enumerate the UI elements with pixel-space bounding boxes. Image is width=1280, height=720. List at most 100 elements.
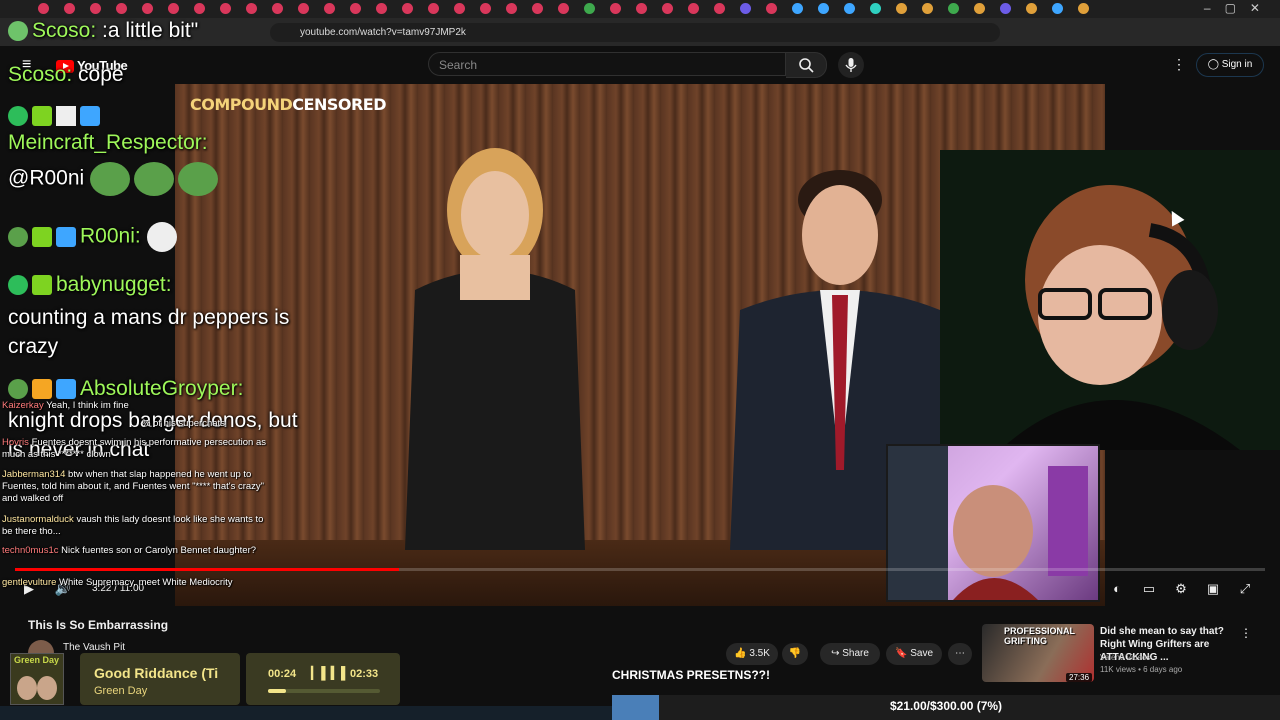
chat-overlay-line: Meincraft_Respector: xyxy=(8,130,208,156)
bookmark-icon: 🔖 xyxy=(894,648,911,659)
chat-overlay-line: Scoso: :a little bit" xyxy=(8,18,198,44)
browser-tab-favicon[interactable] xyxy=(896,3,907,14)
more-options-icon[interactable]: ⋮ xyxy=(1172,56,1186,73)
browser-tab-favicon[interactable] xyxy=(610,3,621,14)
recommended-video-meta: 11K views • 6 days ago xyxy=(1100,665,1183,674)
browser-tab-favicon[interactable] xyxy=(792,3,803,14)
sign-in-label: Sign in xyxy=(1221,59,1253,70)
browser-tab-favicon[interactable] xyxy=(584,3,595,14)
save-button[interactable]: 🔖 Save xyxy=(886,643,942,665)
browser-tab-favicon[interactable] xyxy=(1078,3,1089,14)
browser-tab-favicon[interactable] xyxy=(714,3,725,14)
autoplay-toggle-icon[interactable]: ◐ xyxy=(1108,580,1126,598)
browser-tab-favicon[interactable] xyxy=(116,3,127,14)
browser-tab-favicon[interactable] xyxy=(298,3,309,14)
browser-tab-favicon[interactable] xyxy=(844,3,855,14)
browser-tab-favicon[interactable] xyxy=(532,3,543,14)
browser-tab-favicon[interactable] xyxy=(1052,3,1063,14)
browser-tab-favicon[interactable] xyxy=(1000,3,1011,14)
album-art-text: Green Day xyxy=(14,655,60,665)
more-actions-button[interactable]: ⋯ xyxy=(948,643,972,665)
sword-badge-icon xyxy=(56,379,76,400)
browser-tab-favicon[interactable] xyxy=(454,3,465,14)
thumbnail-text: PROFESSIONAL GRIFTING xyxy=(1004,626,1075,646)
browser-tab-favicon[interactable] xyxy=(688,3,699,14)
fullscreen-icon[interactable]: ⤢ xyxy=(1236,580,1254,598)
streamer-webcam xyxy=(940,150,1280,450)
microphone-icon xyxy=(845,58,857,72)
dislike-button[interactable]: 👎 xyxy=(782,643,808,665)
browser-tab-favicon[interactable] xyxy=(740,3,751,14)
bottom-overlay-strip xyxy=(0,706,612,720)
sword-badge-icon xyxy=(80,106,100,127)
browser-tab-favicon[interactable] xyxy=(506,3,517,14)
browser-tab-favicon[interactable] xyxy=(948,3,959,14)
browser-tab-favicon[interactable] xyxy=(64,3,75,14)
browser-tab-favicon[interactable] xyxy=(974,3,985,14)
like-count: 3.5K xyxy=(749,648,770,659)
thumbs-up-icon: 👍 xyxy=(734,648,750,659)
search-input[interactable]: Search xyxy=(428,52,786,76)
browser-tab-favicon[interactable] xyxy=(662,3,673,14)
settings-gear-icon[interactable]: ⚙ xyxy=(1172,580,1190,598)
browser-tab-favicon[interactable] xyxy=(142,3,153,14)
yt-chat-line: Kaizerkay Yeah, I think im fine xyxy=(2,400,272,412)
like-button[interactable]: 👍 3.5K xyxy=(726,643,778,665)
search-button[interactable] xyxy=(786,52,827,78)
donation-goal-text: $21.00/$300.00 (7%) xyxy=(889,699,1003,713)
song-progress-fill xyxy=(268,689,286,693)
save-label: Save xyxy=(910,648,934,659)
yt-chat-line: % of his superchats xyxy=(2,418,272,430)
pepe-emote-icon xyxy=(178,162,219,196)
browser-tab-favicon[interactable] xyxy=(558,3,569,14)
browser-tab-favicon[interactable] xyxy=(402,3,413,14)
yt-chat-message: White Supremacy, meet White Mediocrity xyxy=(59,577,233,588)
chat-message: :a little bit" xyxy=(102,19,199,42)
yt-chat-username: Kaizerkay xyxy=(2,400,44,411)
channel-name[interactable]: The Vaush Pit xyxy=(63,642,125,653)
yt-chat-message: Nick fuentes son or Carolyn Bennet daugh… xyxy=(61,545,257,556)
browser-tab-favicon[interactable] xyxy=(350,3,361,14)
video-figure-woman xyxy=(405,148,585,550)
browser-tab-favicon[interactable] xyxy=(324,3,335,14)
window-controls[interactable]: –▢✕ xyxy=(1204,1,1274,15)
yt-chat-message: Yeah, I think im fine xyxy=(46,400,129,411)
chat-badges-row xyxy=(8,103,104,129)
video-brand-watermark: COMPOUNDCENSORED xyxy=(190,95,386,114)
browser-tab-favicon[interactable] xyxy=(272,3,283,14)
browser-tab-favicon[interactable] xyxy=(168,3,179,14)
browser-tab-favicon[interactable] xyxy=(922,3,933,14)
browser-tab-favicon[interactable] xyxy=(636,3,647,14)
yt-chat-line: techn0mus1c Nick fuentes son or Carolyn … xyxy=(2,545,272,557)
browser-tab-favicon[interactable] xyxy=(818,3,829,14)
chat-overlay-line: babynugget: xyxy=(8,272,172,298)
recommended-channel-name[interactable]: Valenti Videos xyxy=(1100,653,1150,662)
yt-chat-username: Hovris xyxy=(2,437,29,448)
yt-chat-line: Hovris Fuentes doesnt swim in his perfor… xyxy=(2,437,272,461)
browser-tab-favicon[interactable] xyxy=(194,3,205,14)
browser-tab-favicon[interactable] xyxy=(90,3,101,14)
sign-in-button[interactable]: ◯ Sign in xyxy=(1196,53,1264,77)
browser-tab-favicon[interactable] xyxy=(246,3,257,14)
miniplayer-icon[interactable]: ▣ xyxy=(1204,580,1222,598)
yt-chat-message: Fuentes doesnt swim in his performative … xyxy=(2,437,267,460)
browser-tab-favicon[interactable] xyxy=(766,3,777,14)
recommendation-menu-icon[interactable]: ⋮ xyxy=(1240,626,1252,640)
browser-tab-favicon[interactable] xyxy=(428,3,439,14)
browser-tab-favicon[interactable] xyxy=(870,3,881,14)
url-field[interactable]: youtube.com/watch?v=tamv97JMP2k xyxy=(270,23,1000,42)
voice-search-button[interactable] xyxy=(838,52,864,78)
vaush-webcam-overlay xyxy=(886,444,1100,602)
browser-tab-favicon[interactable] xyxy=(38,3,49,14)
browser-tab-favicon[interactable] xyxy=(376,3,387,14)
browser-tab-favicon[interactable] xyxy=(1026,3,1037,14)
captions-icon[interactable]: ▭ xyxy=(1140,580,1158,598)
yt-chat-username: techn0mus1c xyxy=(2,545,59,556)
chat-username: Meincraft_Respector: xyxy=(8,131,208,154)
plus-badge-icon xyxy=(32,275,52,296)
album-art: Green Day xyxy=(10,653,64,705)
share-button[interactable]: ↪ Share xyxy=(820,643,880,665)
ellipsis-icon: ⋯ xyxy=(955,648,965,659)
browser-tab-favicon[interactable] xyxy=(480,3,491,14)
browser-tab-favicon[interactable] xyxy=(220,3,231,14)
